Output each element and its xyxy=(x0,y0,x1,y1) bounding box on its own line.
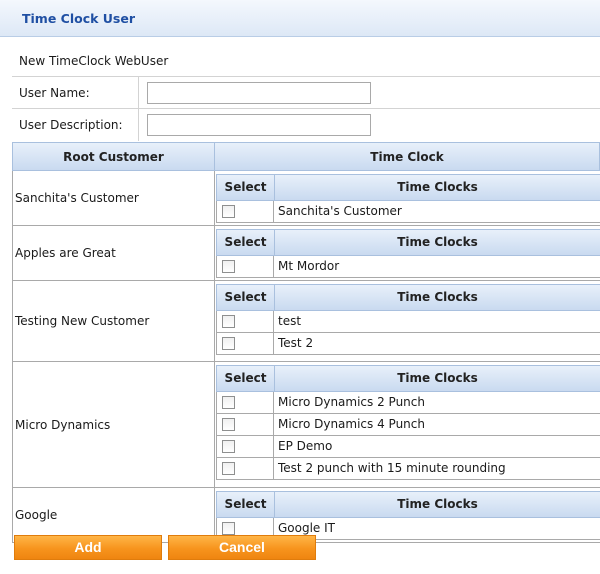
select-checkbox[interactable] xyxy=(222,205,235,218)
select-cell xyxy=(217,458,274,479)
time-clock-name: Sanchita's Customer xyxy=(278,204,402,218)
panel-title: Time Clock User xyxy=(22,11,136,26)
root-customer-name: Apples are Great xyxy=(13,226,215,280)
user-description-row: User Description: xyxy=(12,108,600,141)
select-checkbox[interactable] xyxy=(222,396,235,409)
select-cell xyxy=(217,333,274,354)
root-customer-name: Micro Dynamics xyxy=(13,362,215,487)
user-name-row: User Name: xyxy=(12,76,600,109)
panel-header: Time Clock User xyxy=(0,0,600,37)
user-name-input[interactable] xyxy=(147,82,371,104)
select-checkbox[interactable] xyxy=(222,440,235,453)
time-clock-name: Test 2 xyxy=(278,336,314,350)
time-clocks-subgrid: Select Time Clocks Sanchita's Customer xyxy=(216,174,600,223)
time-clocks-column-header: Time Clocks xyxy=(397,371,478,385)
time-clocks-subgrid: Select Time Clocks test Test 2 xyxy=(216,284,600,355)
time-clock-row: Micro Dynamics 2 Punch xyxy=(216,392,600,414)
select-column-header: Select xyxy=(217,175,275,200)
time-clock-row: test xyxy=(216,311,600,333)
time-clocks-column-header: Time Clocks xyxy=(397,180,478,194)
time-clocks-column-header: Time Clocks xyxy=(397,235,478,249)
grid-header: Root Customer Time Clock xyxy=(12,142,600,171)
user-name-label: User Name: xyxy=(12,77,139,109)
select-checkbox[interactable] xyxy=(222,462,235,475)
root-customer-header: Root Customer xyxy=(13,143,215,171)
select-cell xyxy=(217,392,274,413)
select-column-header: Select xyxy=(217,366,275,391)
root-customer-name: Testing New Customer xyxy=(13,281,215,361)
subgrid-header: Select Time Clocks xyxy=(216,284,600,311)
time-clocks-subgrid: Select Time Clocks Google IT xyxy=(216,491,600,540)
time-clock-header: Time Clock xyxy=(370,150,444,164)
time-clock-row: Test 2 punch with 15 minute rounding xyxy=(216,458,600,480)
time-clock-row: Mt Mordor xyxy=(216,256,600,278)
select-column-header: Select xyxy=(217,285,275,310)
customer-group: Micro Dynamics Select Time Clocks Micro Dyn… xyxy=(12,362,600,488)
time-clock-row: Test 2 xyxy=(216,333,600,355)
time-clocks-column-header: Time Clocks xyxy=(397,497,478,511)
select-checkbox[interactable] xyxy=(222,315,235,328)
form-caption: New TimeClock WebUser xyxy=(19,54,169,68)
user-description-label: User Description: xyxy=(12,109,139,141)
time-clocks-subgrid: Select Time Clocks Mt Mordor xyxy=(216,229,600,278)
grid-body: Sanchita's Customer Select Time Clocks Sanc… xyxy=(12,171,600,543)
select-cell xyxy=(217,256,274,277)
subgrid-header: Select Time Clocks xyxy=(216,229,600,256)
select-cell xyxy=(217,201,274,222)
user-description-input[interactable] xyxy=(147,114,371,136)
time-clock-name: EP Demo xyxy=(278,439,333,453)
time-clock-row: Sanchita's Customer xyxy=(216,201,600,223)
select-column-header: Select xyxy=(217,492,275,517)
time-clock-name: Micro Dynamics 4 Punch xyxy=(278,417,425,431)
root-customer-name: Sanchita's Customer xyxy=(13,171,215,225)
select-cell xyxy=(217,414,274,435)
time-clock-name: Micro Dynamics 2 Punch xyxy=(278,395,425,409)
select-checkbox[interactable] xyxy=(222,418,235,431)
customer-group: Sanchita's Customer Select Time Clocks Sanc… xyxy=(12,171,600,226)
customer-group: Testing New Customer Select Time Clocks tes… xyxy=(12,281,600,362)
add-button[interactable]: Add xyxy=(14,535,162,560)
select-checkbox[interactable] xyxy=(222,260,235,273)
time-clocks-subgrid: Select Time Clocks Micro Dynamics 2 Punch M… xyxy=(216,365,600,480)
subgrid-header: Select Time Clocks xyxy=(216,491,600,518)
time-clock-name: test xyxy=(278,314,302,328)
subgrid-header: Select Time Clocks xyxy=(216,174,600,201)
time-clocks-column-header: Time Clocks xyxy=(397,290,478,304)
time-clock-row: Micro Dynamics 4 Punch xyxy=(216,414,600,436)
customer-clock-grid: Root Customer Time Clock Sanchita's Cust… xyxy=(12,142,600,543)
time-clock-name: Test 2 punch with 15 minute rounding xyxy=(278,461,506,475)
select-cell xyxy=(217,436,274,457)
time-clock-row: EP Demo xyxy=(216,436,600,458)
user-form: New TimeClock WebUser User Name: User De… xyxy=(12,46,600,141)
subgrid-header: Select Time Clocks xyxy=(216,365,600,392)
cancel-button[interactable]: Cancel xyxy=(168,535,316,560)
time-clock-name: Mt Mordor xyxy=(278,259,340,273)
select-checkbox[interactable] xyxy=(222,337,235,350)
select-checkbox[interactable] xyxy=(222,522,235,535)
select-cell xyxy=(217,311,274,332)
root-customer-name: Google xyxy=(13,488,215,542)
customer-group: Apples are Great Select Time Clocks Mt Mord… xyxy=(12,226,600,281)
select-column-header: Select xyxy=(217,230,275,255)
